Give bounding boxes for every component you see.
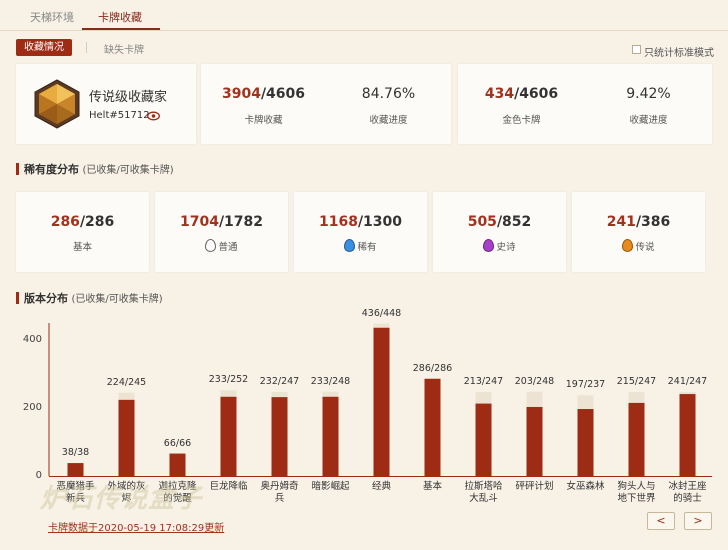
- bar-value-label: 232/247: [259, 376, 300, 388]
- y-tick-label: 0: [35, 470, 42, 481]
- x-category-label: 基本: [422, 481, 442, 492]
- bar-value-label: 233/248: [310, 375, 351, 387]
- bar-owned: [169, 453, 186, 476]
- bar-value-label: 38/38: [61, 447, 90, 459]
- x-category-label: 拉斯塔哈 大乱斗: [464, 481, 503, 504]
- bar-value-label: 203/248: [514, 375, 555, 387]
- bar-owned: [271, 397, 288, 476]
- x-category-label: 狗头人与 地下世界: [617, 481, 656, 504]
- bar-value-label: 215/247: [616, 376, 657, 388]
- watermark-logo: 炉石传说盒子: [40, 484, 203, 514]
- chart-prev-button[interactable]: <: [647, 512, 675, 530]
- bar-value-label: 436/448: [361, 307, 402, 319]
- bar-value-label: 241/247: [667, 376, 708, 388]
- bar-owned: [424, 378, 441, 476]
- bar-owned: [373, 327, 390, 476]
- bar-owned: [526, 406, 543, 476]
- data-updated-link[interactable]: 卡牌数据于2020-05-19 17:08:29更新: [48, 519, 224, 534]
- bar-owned: [67, 463, 84, 476]
- x-category-label: 巨龙降临: [209, 481, 248, 492]
- x-category-label: 女巫森林: [566, 481, 605, 492]
- bar-owned: [322, 396, 339, 476]
- bar-value-label: 66/66: [163, 437, 192, 449]
- chart-next-button[interactable]: >: [684, 512, 712, 530]
- y-tick-label: 200: [22, 402, 42, 413]
- bar-owned: [577, 409, 594, 476]
- y-tick-label: 400: [22, 334, 42, 345]
- chart-canvas: [48, 323, 712, 477]
- bar-owned: [679, 394, 696, 476]
- bar-value-label: 233/252: [208, 374, 249, 386]
- bar-owned: [628, 402, 645, 476]
- x-category-label: 经典: [371, 481, 391, 492]
- bar-owned: [475, 403, 492, 476]
- bar-value-label: 224/245: [106, 376, 147, 388]
- bar-value-label: 197/237: [565, 379, 606, 391]
- x-category-label: 暗影崛起: [311, 481, 350, 492]
- x-category-label: 砰砰计划: [515, 481, 554, 492]
- bar-value-label: 286/286: [412, 362, 453, 374]
- bar-value-label: 213/247: [463, 376, 504, 388]
- bar-owned: [118, 399, 135, 476]
- x-category-label: 冰封王座 的骑士: [668, 481, 707, 504]
- x-category-label: 奥丹姆奇兵: [260, 481, 299, 504]
- bar-owned: [220, 396, 237, 476]
